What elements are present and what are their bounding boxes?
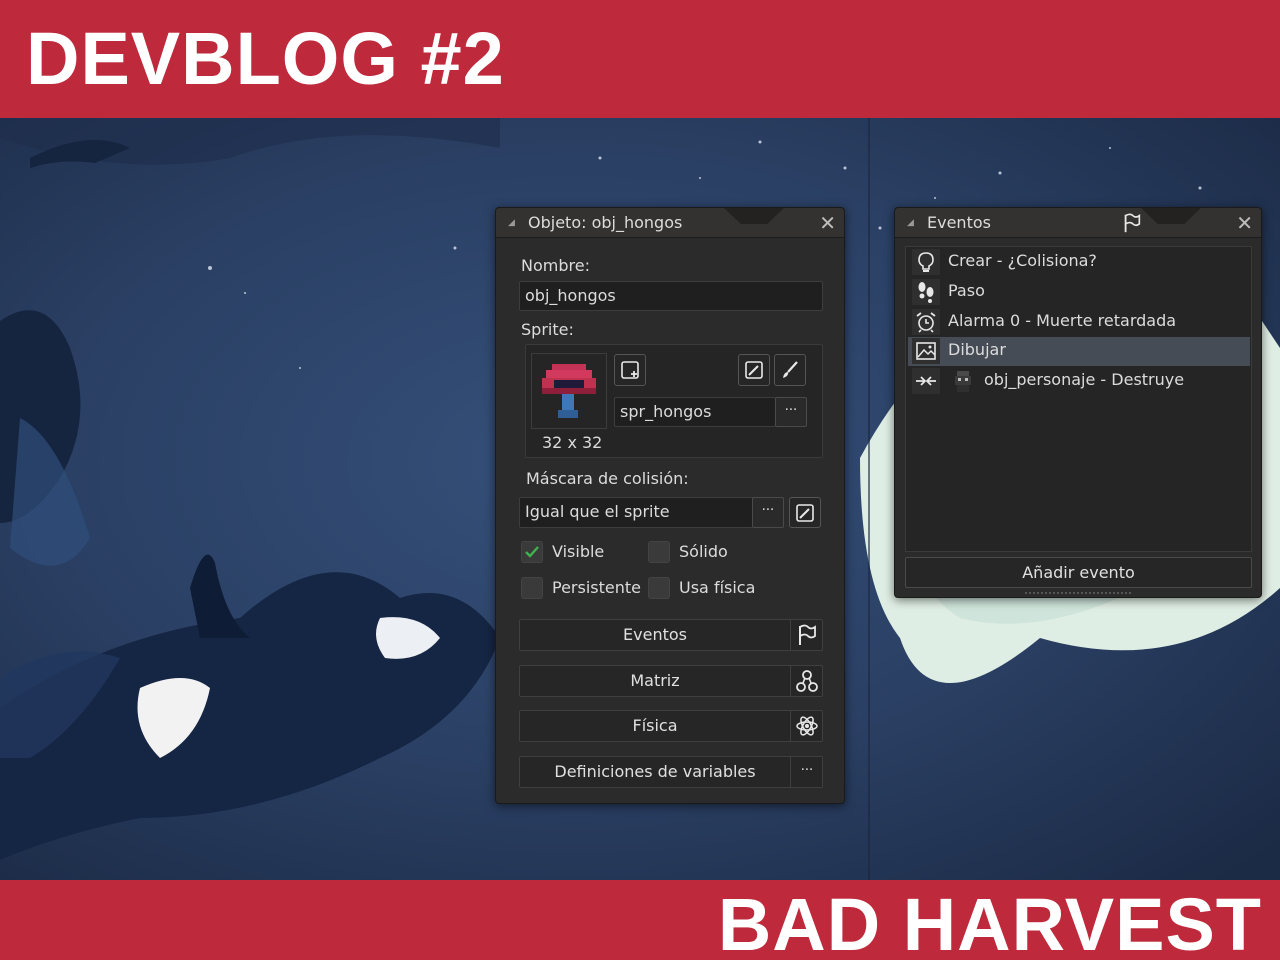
lightbulb-icon — [918, 252, 934, 272]
variable-definitions-button[interactable]: Definiciones de variables ··· — [519, 756, 823, 788]
bottom-banner: BAD HARVEST — [0, 880, 1280, 960]
variable-definitions-label: Definiciones de variables — [554, 762, 756, 781]
collapse-arrow-icon[interactable]: ◢ — [508, 218, 515, 228]
collision-icon-box — [912, 368, 940, 394]
persistent-checkbox[interactable] — [521, 577, 543, 599]
collision-icon — [916, 376, 936, 386]
events-button[interactable]: Eventos — [519, 619, 823, 651]
picture-icon-box — [912, 338, 940, 364]
add-event-button[interactable]: Añadir evento — [905, 557, 1252, 588]
sprite-label: Sprite: — [521, 320, 574, 339]
atom-icon-box — [790, 711, 822, 741]
edit-sprite-button[interactable] — [738, 354, 770, 386]
mask-field[interactable]: Igual que el sprite — [519, 497, 753, 528]
dock-notch — [1141, 208, 1201, 224]
edit-image-icon — [745, 361, 763, 379]
top-banner: DEVBLOG #2 — [0, 0, 1280, 118]
more-icon: ··· — [800, 763, 814, 778]
sprite-panel: 32 x 32 spr_hongos ··· — [525, 344, 823, 458]
event-label: Paso — [948, 281, 985, 300]
alarm-clock-icon-box — [912, 309, 940, 335]
game-title: BAD HARVEST — [717, 883, 1262, 960]
alarm-clock-icon — [916, 312, 936, 333]
event-row-create[interactable]: Crear - ¿Colisiona? — [908, 248, 1250, 277]
close-icon[interactable]: ✕ — [1236, 211, 1253, 235]
parent-button-label: Matriz — [630, 671, 680, 690]
new-sprite-button[interactable] — [614, 354, 646, 386]
edit-image-icon — [796, 504, 814, 522]
visible-label: Visible — [552, 542, 605, 561]
flag-icon — [1124, 213, 1141, 233]
event-list: Crear - ¿Colisiona? Paso Alarma 0 - Muer… — [905, 246, 1252, 552]
lightbulb-icon-box — [912, 249, 940, 275]
atom-icon — [796, 716, 818, 736]
name-label: Nombre: — [521, 256, 590, 275]
resize-grip[interactable] — [1025, 592, 1131, 595]
picture-icon — [916, 342, 936, 360]
devblog-title: DEVBLOG #2 — [26, 17, 505, 100]
hierarchy-icon — [796, 670, 818, 692]
event-row-alarm[interactable]: Alarma 0 - Muerte retardada — [908, 308, 1250, 337]
event-label: Dibujar — [948, 340, 1006, 359]
parent-button[interactable]: Matriz — [519, 665, 823, 697]
event-row-step[interactable]: Paso — [908, 278, 1250, 307]
event-label: Crear - ¿Colisiona? — [948, 251, 1097, 270]
solid-label: Sólido — [679, 542, 728, 561]
checkmark-icon — [525, 546, 539, 558]
object-window-title: Objeto: obj_hongos — [528, 213, 683, 232]
sprite-browse-button[interactable]: ··· — [775, 397, 807, 427]
new-sprite-icon — [621, 361, 639, 379]
close-icon[interactable]: ✕ — [819, 211, 836, 235]
character-sprite-icon — [955, 371, 971, 392]
paintbrush-icon — [783, 361, 798, 378]
mask-label: Máscara de colisión: — [526, 469, 689, 488]
mask-browse-button[interactable]: ··· — [752, 497, 784, 528]
edit-mask-button[interactable] — [789, 497, 821, 528]
sprite-size: 32 x 32 — [542, 433, 603, 452]
add-event-label: Añadir evento — [1022, 563, 1135, 582]
events-window-titlebar[interactable]: ◢ Eventos ✕ — [895, 208, 1261, 238]
events-button-label: Eventos — [623, 625, 687, 644]
name-field[interactable]: obj_hongos — [519, 281, 823, 311]
paint-sprite-button[interactable] — [774, 354, 806, 386]
physics-label: Usa física — [679, 578, 756, 597]
dock-notch — [724, 208, 784, 224]
collapse-arrow-icon[interactable]: ◢ — [907, 218, 914, 228]
flag-icon-box — [790, 620, 822, 650]
flag-icon — [799, 624, 816, 645]
mushroom-sprite-icon — [542, 364, 596, 418]
visible-checkbox[interactable] — [521, 541, 543, 563]
object-window: ◢ Objeto: obj_hongos ✕ Nombre: obj_hongo… — [495, 207, 845, 804]
object-window-titlebar[interactable]: ◢ Objeto: obj_hongos ✕ — [496, 208, 844, 238]
physics-button[interactable]: Física — [519, 710, 823, 742]
footsteps-icon — [918, 282, 934, 303]
sprite-name-field[interactable]: spr_hongos — [614, 397, 776, 427]
event-row-collision[interactable]: obj_personaje - Destruye — [908, 367, 1250, 396]
hierarchy-icon-box — [790, 666, 822, 696]
physics-checkbox[interactable] — [648, 577, 670, 599]
persistent-label: Persistente — [552, 578, 641, 597]
more-icon-box: ··· — [790, 757, 822, 787]
event-label: Alarma 0 - Muerte retardada — [948, 311, 1177, 330]
solid-checkbox[interactable] — [648, 541, 670, 563]
event-row-draw[interactable]: Dibujar — [908, 337, 1250, 366]
physics-button-label: Física — [632, 716, 678, 735]
events-window: ◢ Eventos ✕ Crear - ¿Colisiona? Paso Ala… — [894, 207, 1262, 598]
sprite-preview[interactable] — [531, 353, 607, 429]
events-window-title: Eventos — [927, 213, 991, 232]
event-label: obj_personaje - Destruye — [984, 370, 1185, 389]
footsteps-icon-box — [912, 279, 940, 305]
